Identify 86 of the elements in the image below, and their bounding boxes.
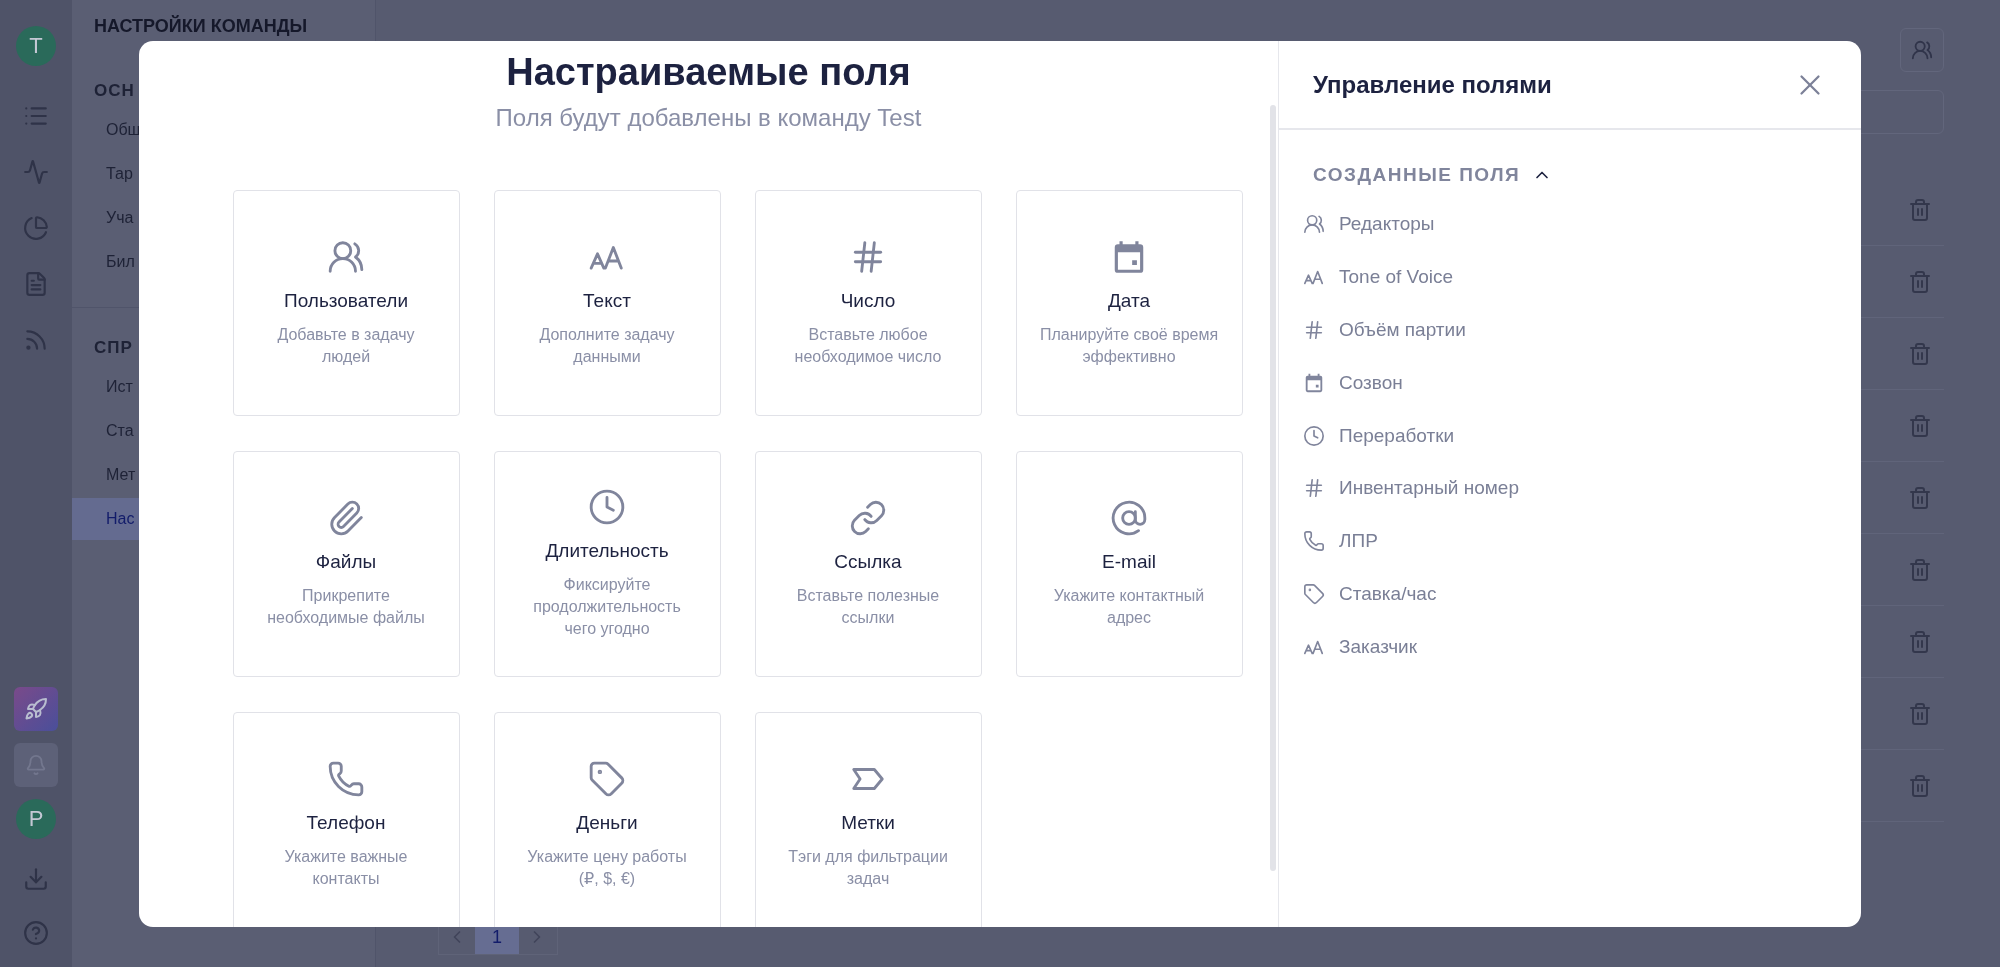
created-field-item[interactable]: Созвон (1339, 371, 1403, 394)
field-type-description: Вставьте любое необходимое число (793, 325, 943, 367)
paperclip-icon (327, 499, 365, 537)
created-field-item[interactable]: Объём партии (1339, 319, 1466, 341)
created-field-item[interactable]: Переработки (1339, 424, 1455, 447)
created-field-item[interactable]: ЛПР (1339, 530, 1378, 553)
trash-icon[interactable] (1908, 413, 1932, 438)
trash-icon[interactable] (1908, 773, 1932, 798)
dialog-subtitle: Поля будут добавлены в команду Test (495, 104, 922, 132)
trash-icon[interactable] (1908, 269, 1932, 294)
field-type-title: Деньги (576, 812, 638, 834)
users-icon (327, 238, 365, 276)
scrollbar[interactable] (1270, 105, 1276, 871)
trash-icon[interactable] (1908, 701, 1932, 726)
field-type-description: Укажите важные контакты (283, 847, 409, 889)
trash-icon[interactable] (1908, 557, 1932, 582)
phone-icon (1303, 530, 1325, 553)
download-icon[interactable] (23, 866, 49, 892)
field-type-title: Ссылка (834, 551, 902, 573)
field-type-card[interactable]: Число Вставьте любое необходимое число (754, 190, 982, 416)
created-field-item[interactable]: Tone of Voice (1339, 266, 1454, 289)
field-type-description: Добавьте в задачу людей (276, 325, 416, 367)
field-type-title: Файлы (315, 551, 377, 573)
field-type-description: Прикрепите необходимые файлы (266, 586, 426, 628)
hash-icon (1303, 477, 1325, 500)
members-button[interactable] (1900, 28, 1944, 72)
phone-icon (327, 760, 365, 798)
panel-title: Управление полями (1313, 70, 1552, 99)
field-type-description: Планируйте своё время эффективно (1038, 325, 1220, 367)
link-icon (849, 499, 887, 537)
field-type-title: E-mail (1102, 551, 1156, 573)
created-fields-toggle[interactable]: СОЗДАННЫЕ ПОЛЯ (1313, 164, 1861, 186)
field-type-title: Дата (1107, 290, 1151, 312)
field-type-title: Пользователи (284, 290, 408, 312)
field-type-card[interactable]: E-mail Укажите контактный адрес (1015, 451, 1243, 677)
field-type-description: Укажите контактный адрес (1052, 586, 1206, 628)
sidebar-section-heading: ОСН (94, 81, 135, 101)
field-type-title: Телефон (306, 812, 386, 834)
user-avatar[interactable]: P (16, 799, 56, 839)
field-type-title: Длительность (545, 540, 669, 562)
field-type-card[interactable]: Деньги Укажите цену работы (₽, $, €) (493, 712, 721, 927)
field-type-description: Тэги для фильтрации задач (787, 847, 949, 889)
rss-icon[interactable] (23, 327, 49, 353)
field-type-description: Фиксируйте продолжительность чего угодно (532, 575, 682, 639)
clock-icon (588, 488, 626, 526)
field-type-card[interactable]: Файлы Прикрепите необходимые файлы (232, 451, 460, 677)
created-field-item[interactable]: Редакторы (1339, 213, 1435, 236)
field-type-card[interactable]: Текст Дополните задачу данными (493, 190, 721, 416)
trash-icon[interactable] (1908, 485, 1932, 510)
tag-icon (588, 760, 626, 798)
field-type-description: Укажите цену работы (₽, $, €) (526, 847, 688, 889)
clock-icon (1303, 424, 1325, 447)
team-avatar[interactable]: T (16, 26, 56, 66)
trash-icon[interactable] (1908, 629, 1932, 654)
tag-icon (1303, 582, 1325, 605)
trash-icon[interactable] (1908, 341, 1932, 366)
help-icon[interactable] (23, 920, 49, 946)
field-type-card[interactable]: Пользователи Добавьте в задачу людей (232, 190, 460, 416)
users-icon (1911, 39, 1933, 61)
field-type-card[interactable]: Ссылка Вставьте полезные ссылки (754, 451, 982, 677)
rocket-button[interactable] (14, 687, 58, 731)
field-type-title: Текст (583, 290, 631, 312)
at-sign-icon (1110, 499, 1148, 537)
sidebar-section-heading: СПР (94, 338, 133, 358)
field-type-card[interactable]: Дата Планируйте своё время эффективно (1015, 190, 1243, 416)
sidebar-title: НАСТРОЙКИ КОМАНДЫ (93, 16, 309, 37)
rocket-icon (24, 697, 48, 721)
field-type-title: Метки (841, 812, 895, 834)
created-field-item[interactable]: Заказчик (1339, 635, 1418, 658)
field-type-card[interactable]: Длительность Фиксируйте продолжительность чего угодно (493, 451, 721, 677)
hash-icon (1303, 319, 1325, 341)
field-type-card[interactable]: Метки Тэги для фильтрации задач (754, 712, 982, 927)
field-type-title: Число (840, 290, 896, 312)
pie-chart-icon[interactable] (23, 215, 49, 241)
bell-button[interactable] (14, 743, 58, 787)
trash-icon[interactable] (1908, 197, 1932, 222)
dialog-title: Настраиваемые поля (506, 51, 911, 94)
field-type-card[interactable]: Телефон Укажите важные контакты (232, 712, 460, 927)
users-icon (1303, 213, 1325, 236)
calendar-icon (1303, 371, 1325, 394)
created-field-item[interactable]: Ставка/час (1339, 582, 1437, 605)
document-icon[interactable] (23, 271, 49, 297)
created-field-item[interactable]: Инвентарный номер (1339, 477, 1519, 500)
field-type-description: Дополните задачу данными (538, 325, 676, 367)
activity-icon[interactable] (23, 159, 49, 185)
field-type-description: Вставьте полезные ссылки (795, 586, 941, 628)
